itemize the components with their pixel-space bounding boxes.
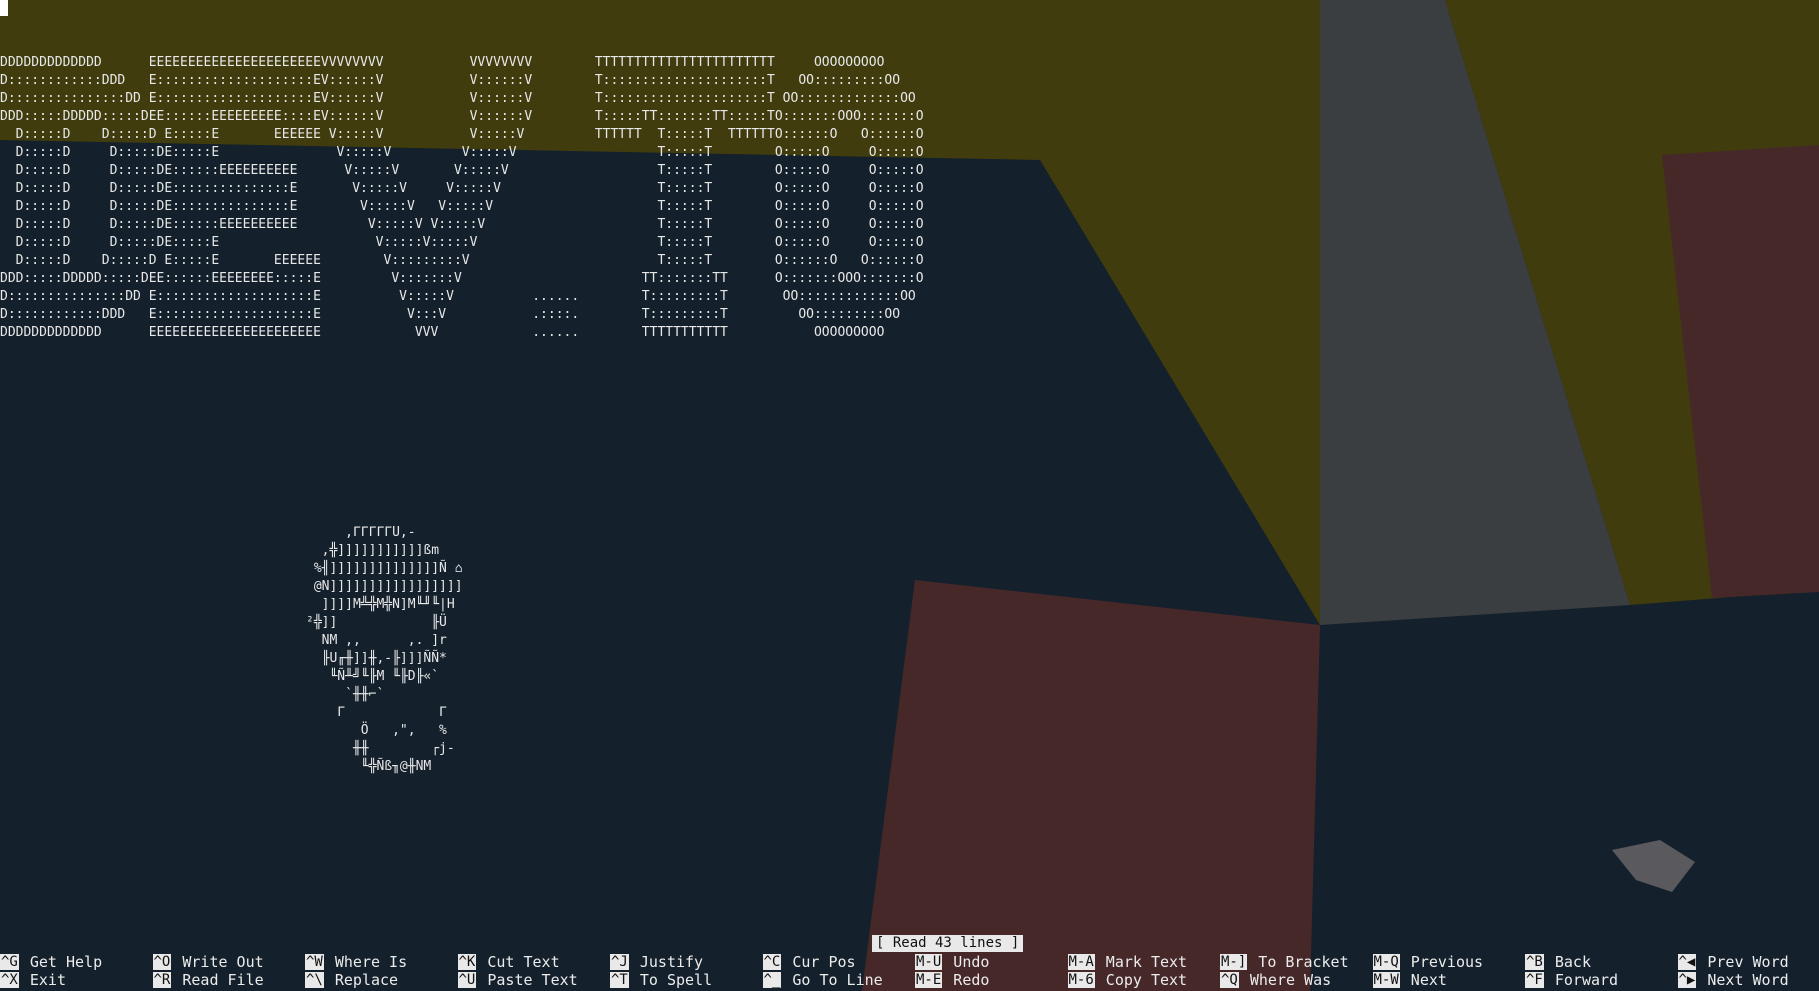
shortcut-label: Next Word	[1707, 971, 1789, 989]
nano-editor-terminal[interactable]: DDDDDDDDDDDDD EEEEEEEEEEEEEEEEEEEEEEVVVV…	[0, 0, 1819, 991]
shortcut-key: ^B	[1525, 954, 1544, 970]
shortcut-label: Exit	[29, 971, 66, 989]
devto-ascii-banner: DDDDDDDDDDDDD EEEEEEEEEEEEEEEEEEEEEEVVVV…	[0, 55, 924, 340]
status-message: [ Read 43 lines ]	[872, 935, 1024, 952]
shortcut-key: ^C	[762, 954, 782, 970]
shortcut-key: M-U	[915, 954, 943, 970]
shortcut-label: Write Out	[182, 953, 264, 971]
shortcut-key: ^T	[610, 972, 629, 988]
shortcut-key: M-]	[1220, 954, 1248, 970]
shortcut-label: Previous	[1410, 953, 1484, 971]
shortcut-label: Read File	[182, 971, 264, 989]
shortcut-cut-text[interactable]: ^K Cut Text	[457, 953, 560, 971]
shortcut-label: To Bracket	[1258, 953, 1349, 971]
shortcut-label: Back	[1554, 953, 1591, 971]
shortcut-label: Paste Text	[487, 971, 578, 989]
shortcut-key: ^◀	[1677, 954, 1697, 970]
shortcut-where-was[interactable]: ^Q Where Was	[1220, 971, 1331, 989]
shortcut-read-file[interactable]: ^R Read File	[152, 971, 264, 989]
shortcut-key: ^_	[762, 972, 782, 988]
shortcut-label: Replace	[334, 971, 399, 989]
shortcut-undo[interactable]: M-U Undo	[915, 953, 989, 971]
shortcut-key: ^W	[305, 954, 324, 970]
shortcut-previous[interactable]: M-Q Previous	[1372, 953, 1484, 971]
shortcut-mark-text[interactable]: M-A Mark Text	[1067, 953, 1188, 971]
shortcut-key: ^K	[457, 954, 477, 970]
shortcut-prev-word[interactable]: ^◀ Prev Word	[1677, 953, 1789, 971]
shortcut-redo[interactable]: M-E Redo	[915, 971, 989, 989]
shortcut-exit[interactable]: ^X Exit	[0, 971, 66, 989]
shortcut-label: Cut Text	[487, 953, 560, 971]
shortcut-key: ^X	[0, 972, 19, 988]
shortcut-key: ^\	[305, 972, 324, 988]
shortcut-bar: ^G Get Help ^O Write Out ^W Where Is ^K Cut Tex…	[0, 953, 1819, 989]
shortcut-label: Justify	[639, 953, 704, 971]
shortcut-label: Copy Text	[1105, 971, 1188, 989]
shortcut-get-help[interactable]: ^G Get Help	[0, 953, 102, 971]
shortcut-where-is[interactable]: ^W Where Is	[305, 953, 407, 971]
shortcut-key: ^R	[152, 972, 172, 988]
shortcut-next-word[interactable]: ^▶ Next Word	[1677, 971, 1789, 989]
shortcut-label: Cur Pos	[792, 953, 856, 971]
shortcut-to-spell[interactable]: ^T To Spell	[610, 971, 712, 989]
shortcut-label: Mark Text	[1105, 953, 1188, 971]
shortcut-key: ^F	[1525, 972, 1544, 988]
shortcut-back[interactable]: ^B Back	[1525, 953, 1591, 971]
shortcut-key: ^U	[457, 972, 477, 988]
shortcut-paste-text[interactable]: ^U Paste Text	[457, 971, 578, 989]
skull-ascii-art: ,ΓΓΓΓΓU,- ,╬]]]]]]]]]]]ßm %╢]]]]]]]]]]]]…	[306, 525, 463, 774]
shortcut-key: M-Q	[1372, 954, 1400, 970]
shortcut-key: M-6	[1067, 972, 1095, 988]
shortcut-key: M-E	[915, 972, 943, 988]
shortcut-key: ^Q	[1220, 972, 1239, 988]
text-cursor	[0, 0, 8, 16]
shortcut-label: Where Is	[334, 953, 408, 971]
shortcut-key: ^O	[152, 954, 172, 970]
shortcut-key: ^G	[0, 954, 19, 970]
shortcut-go-to-line[interactable]: ^_ Go To Line	[762, 971, 883, 989]
shortcut-label: Prev Word	[1707, 953, 1789, 971]
shortcut-key: M-A	[1067, 954, 1095, 970]
shortcut-forward[interactable]: ^F Forward	[1525, 971, 1618, 989]
shortcut-label: Forward	[1554, 971, 1619, 989]
shortcut-copy-text[interactable]: M-6 Copy Text	[1067, 971, 1188, 989]
shortcut-replace[interactable]: ^\ Replace	[305, 971, 398, 989]
shortcut-key: M-W	[1372, 972, 1400, 988]
shortcut-label: Undo	[953, 953, 990, 971]
shortcut-label: Next	[1410, 971, 1447, 989]
shortcut-label: Where Was	[1249, 971, 1332, 989]
shortcut-write-out[interactable]: ^O Write Out	[152, 953, 264, 971]
shortcut-label: Get Help	[29, 953, 103, 971]
shortcut-next[interactable]: M-W Next	[1372, 971, 1447, 989]
shortcut-justify[interactable]: ^J Justify	[610, 953, 703, 971]
shortcut-label: To Spell	[639, 971, 713, 989]
shortcut-key: ^J	[610, 954, 629, 970]
shortcut-label: Go To Line	[792, 971, 883, 989]
shortcut-to-bracket[interactable]: M-] To Bracket	[1220, 953, 1349, 971]
shortcut-key: ^▶	[1677, 972, 1697, 988]
shortcut-label: Redo	[953, 971, 990, 989]
shortcut-cur-pos[interactable]: ^C Cur Pos	[762, 953, 856, 971]
